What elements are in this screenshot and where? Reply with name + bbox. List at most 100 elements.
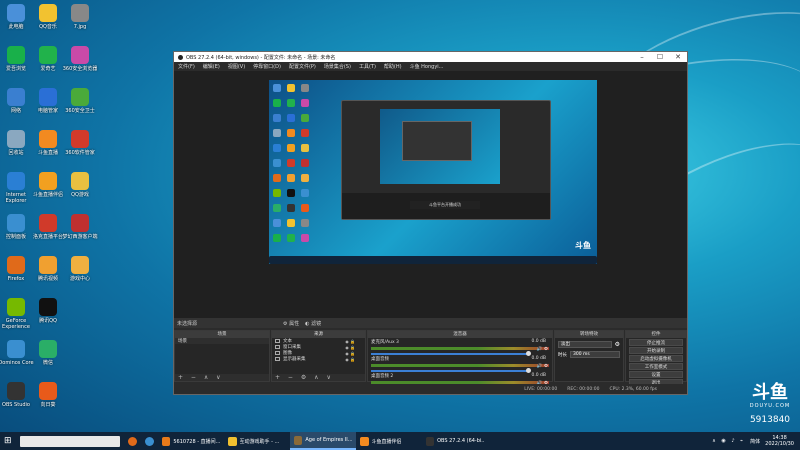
ime-indicator[interactable]: 简体 <box>750 438 760 445</box>
preview-canvas[interactable]: 斗鱼平台开播成功 斗鱼 <box>174 71 687 318</box>
app-icon <box>39 130 57 148</box>
mute-icon[interactable]: 🔊 ⚙ <box>537 347 548 352</box>
control-button[interactable]: 开始录制 <box>629 347 683 354</box>
desktop-icon[interactable]: 腾讯QQ <box>29 298 67 324</box>
menu-item[interactable]: 帮助(H) <box>384 63 402 70</box>
app-icon <box>7 172 25 190</box>
taskbar-window[interactable]: Age of Empires II... <box>289 432 356 450</box>
menu-item[interactable]: 编辑(E) <box>203 63 220 70</box>
scenes-controls[interactable]: + − ∧ ∨ <box>175 374 269 381</box>
minimize-icon[interactable]: – <box>633 52 651 62</box>
desktop-icon[interactable]: QQ游戏 <box>61 172 99 198</box>
mute-icon[interactable]: 🔊 ⚙ <box>537 364 548 369</box>
mini-desktop-icon <box>273 114 281 122</box>
desktop-icon[interactable]: 7.jpg <box>61 4 99 30</box>
desktop-icon-label: 游戏中心 <box>69 276 90 282</box>
desktop-icon-label: 爱吾浏览 <box>5 66 26 72</box>
visibility-icon[interactable]: ◉ 🔒 <box>345 339 355 344</box>
source-label: 显示器采集 <box>283 357 306 362</box>
desktop-icon[interactable]: 向日葵 <box>29 382 67 408</box>
channel-name: 桌面音频 <box>371 357 389 362</box>
menu-item[interactable]: 斗鱼 Hongyi... <box>410 63 444 70</box>
app-icon <box>7 256 25 274</box>
desktop-icon[interactable]: 游戏中心 <box>61 256 99 282</box>
mini-desktop-icon <box>273 234 281 242</box>
desktop-icon-label: GeForce Experience <box>2 318 30 330</box>
menu-item[interactable]: 场景集合(S) <box>324 63 351 70</box>
mini-desktop-icon <box>287 174 295 182</box>
start-button[interactable]: ⊞ <box>0 432 16 450</box>
chrome-taskbar-icon[interactable] <box>141 432 158 450</box>
app-icon <box>7 298 25 316</box>
channel-name: 桌面音频 2 <box>371 374 394 379</box>
transition-settings-icon[interactable]: ⚙ <box>615 341 620 348</box>
search-box[interactable] <box>19 435 120 447</box>
obs-window[interactable]: OBS 27.2.4 (64-bit, windows) - 配置文件: 未命名… <box>173 51 688 395</box>
app-icon <box>39 214 57 232</box>
taskbar-window[interactable]: OBS 27.2.4 (64-bi... <box>422 432 488 450</box>
properties-button[interactable]: ⚙ 属性 <box>283 320 299 327</box>
menu-bar: 文件(F) 编辑(E) 视图(V) 停靠窗口(D) 配置文件(P) 场景集合(S) 工具(T… <box>174 62 687 71</box>
app-icon <box>7 382 25 400</box>
firefox-taskbar-icon[interactable] <box>124 432 141 450</box>
taskbar-app-icon <box>425 436 435 446</box>
taskbar-label: Age of Empires II... <box>305 437 352 443</box>
app-icon <box>71 88 89 106</box>
scene-item[interactable]: 场景 <box>175 338 269 344</box>
source-item[interactable]: 显示器采集 ◉ 🔒 <box>272 356 365 362</box>
menu-item[interactable]: 视图(V) <box>228 63 245 70</box>
source-type-icon <box>275 339 280 343</box>
visibility-icon[interactable]: ◉ 🔒 <box>345 351 355 356</box>
desktop-icon[interactable]: 360安全浏览器 <box>61 46 99 72</box>
app-icon <box>39 172 57 190</box>
menu-item[interactable]: 工具(T) <box>359 63 376 70</box>
control-button[interactable]: 设置 <box>629 371 683 378</box>
transition-select[interactable]: 淡出 <box>558 341 612 348</box>
nested-obs-window: 斗鱼平台开播成功 <box>341 100 551 220</box>
taskbar-label: 斗鱼直播伴侣 <box>371 438 402 445</box>
clock[interactable]: 14:38 2022/10/30 <box>765 435 794 447</box>
control-button[interactable]: 启动虚拟摄像机 <box>629 355 683 362</box>
menu-item[interactable]: 停靠窗口(D) <box>253 63 281 70</box>
menu-item[interactable]: 配置文件(P) <box>289 63 316 70</box>
visibility-icon[interactable]: ◉ 🔒 <box>345 345 355 350</box>
mini-desktop-icon <box>273 159 281 167</box>
desktop-icon[interactable]: 360软件管家 <box>61 130 99 156</box>
app-icon <box>7 88 25 106</box>
desktop-icon[interactable]: 微信 <box>29 340 67 366</box>
desktop-icon-label: 此电脑 <box>8 24 24 30</box>
desktop-icon-label: 360安全浏览器 <box>62 66 98 72</box>
maximize-icon[interactable]: ☐ <box>651 52 669 62</box>
app-icon <box>7 46 25 64</box>
app-icon <box>39 340 57 358</box>
taskbar-app-icon <box>227 436 237 446</box>
app-icon <box>71 214 89 232</box>
channel-db: 0.0 dB <box>531 373 546 378</box>
channel-name: 麦克风/Aux 3 <box>371 340 399 345</box>
filters-button[interactable]: ◐ 滤镜 <box>305 320 321 327</box>
title-bar[interactable]: OBS 27.2.4 (64-bit, windows) - 配置文件: 未命名… <box>174 52 687 62</box>
desktop-icon-label: 斗鱼直播 <box>37 150 58 156</box>
app-icon <box>7 340 25 358</box>
taskbar-window[interactable]: 斗鱼直播伴侣 <box>356 432 422 450</box>
tray-icons[interactable]: ∧ ◉ ♪ ⌁ <box>712 438 745 444</box>
desktop-icon-label: 回收站 <box>8 150 24 156</box>
duration-input[interactable]: 300 ms <box>570 351 620 358</box>
taskbar-window[interactable]: 5610728 - 直播间... <box>158 432 224 450</box>
control-button[interactable]: 停止推流 <box>629 339 683 346</box>
app-icon <box>71 256 89 274</box>
desktop-icon-label: 斗鱼直播伴侣 <box>32 192 63 198</box>
taskbar-app-icon <box>161 436 171 446</box>
sources-controls[interactable]: + − ⚙ ∧ ∨ <box>272 374 365 381</box>
close-icon[interactable]: ✕ <box>669 52 687 62</box>
menu-item[interactable]: 文件(F) <box>178 63 195 70</box>
visibility-icon[interactable]: ◉ 🔒 <box>345 357 355 362</box>
control-button[interactable]: 工作室模式 <box>629 363 683 370</box>
app-icon <box>39 382 57 400</box>
clock-date: 2022/10/30 <box>765 441 794 447</box>
desktop-icon[interactable]: 360安全卫士 <box>61 88 99 114</box>
mini-desktop-icon <box>301 174 309 182</box>
taskbar-window[interactable]: 互动游戏助手 - ... <box>224 432 290 450</box>
sources-header: 来源 <box>272 331 365 338</box>
desktop-icon[interactable]: 梦幻西游客户端 <box>61 214 99 240</box>
